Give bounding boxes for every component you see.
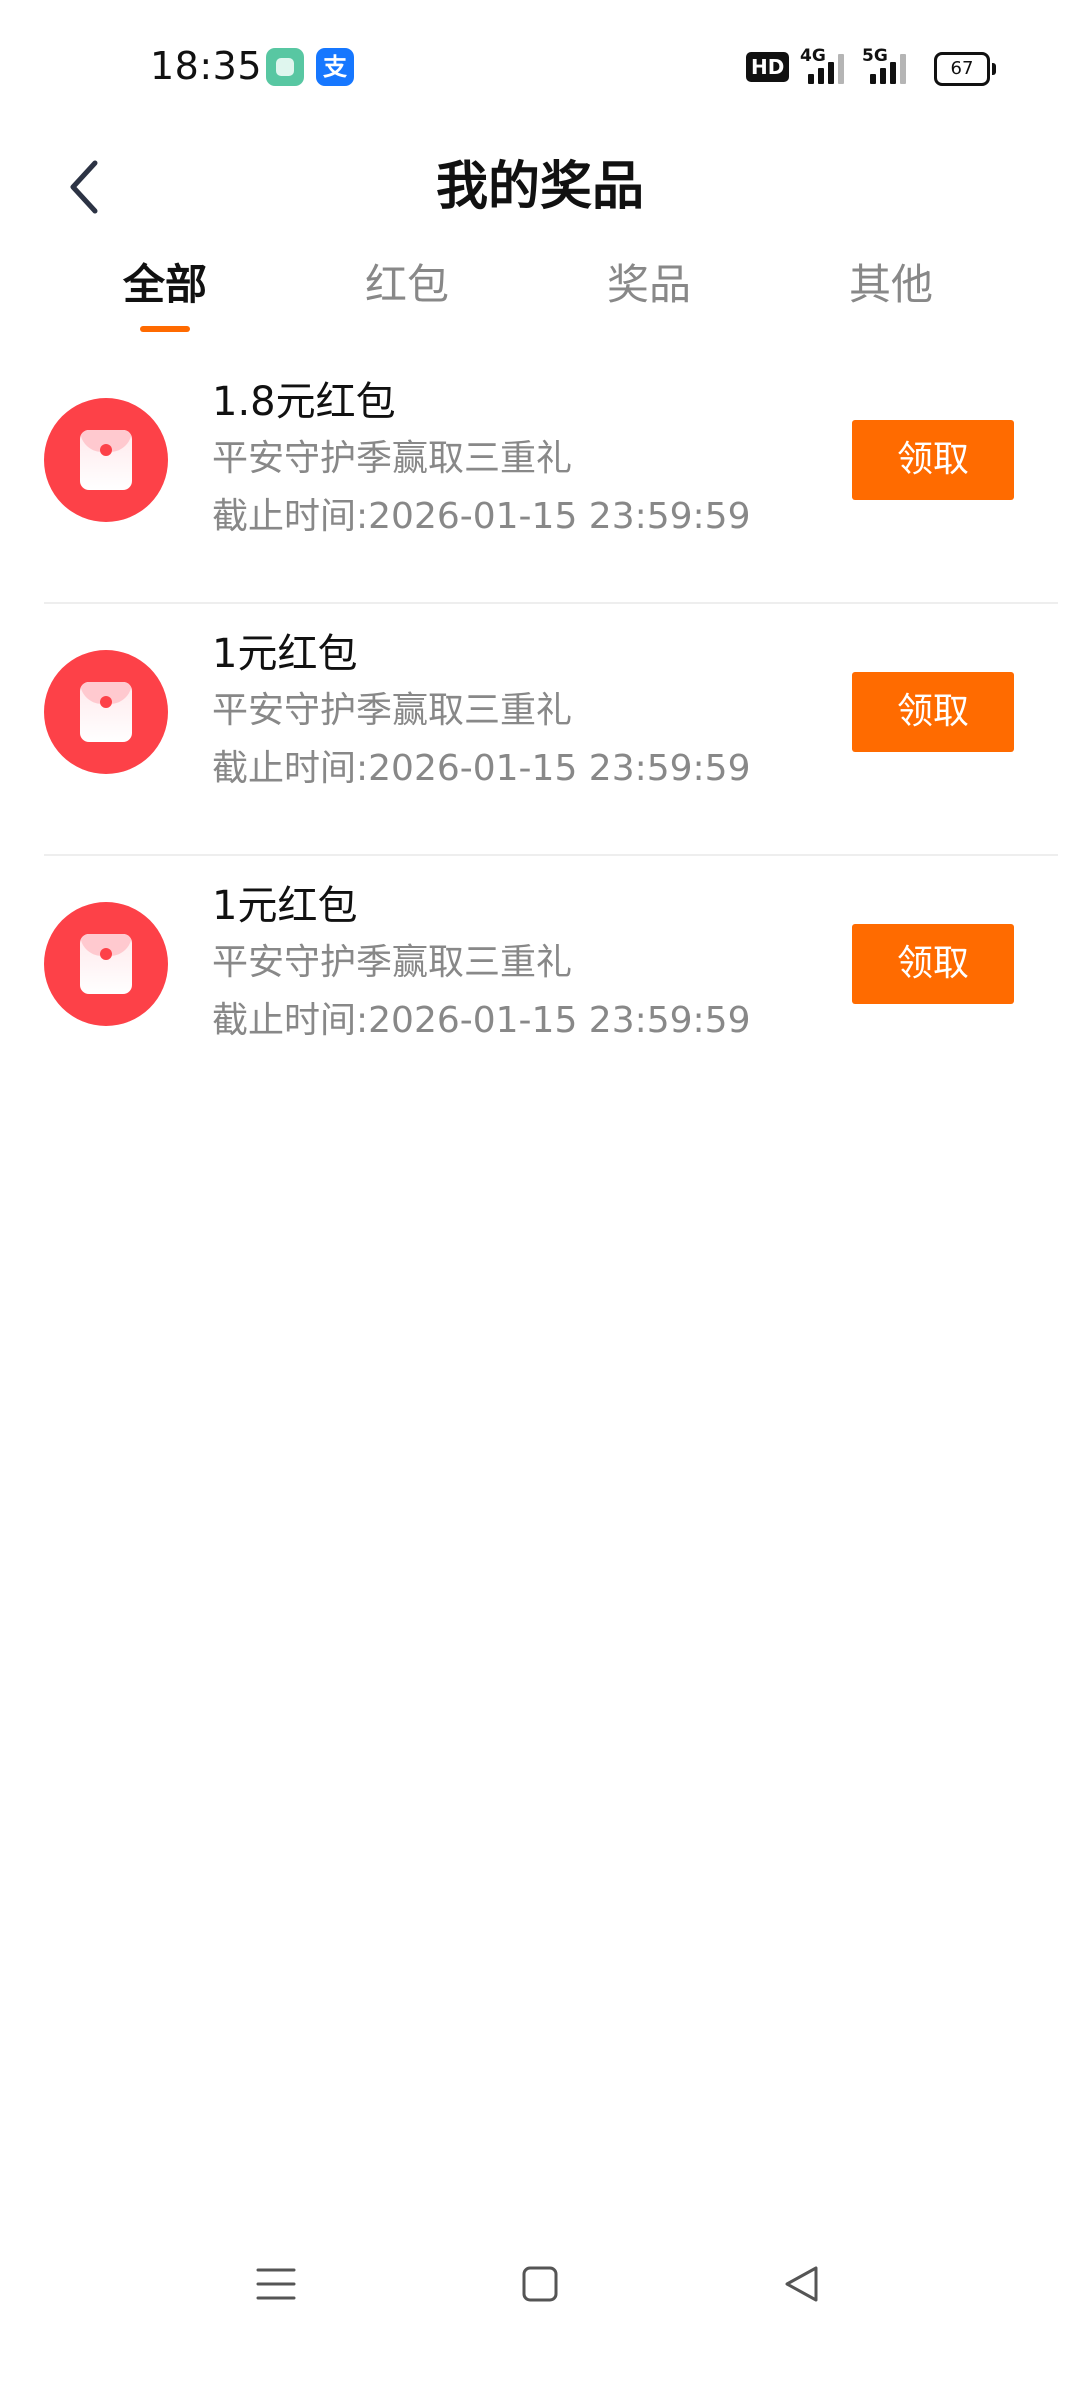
menu-lines-icon [256,2268,296,2300]
square-home-icon [522,2266,558,2302]
prize-list-item: 1元红包 平安守护季赢取三重礼 截止时间:2026-01-15 23:59:59… [0,856,1080,1108]
signal-bar [828,62,834,84]
tab-bar: 全部 红包 奖品 其他 [0,242,1080,342]
signal-bar [880,68,886,84]
signal-bar [900,54,906,84]
prize-deadline: 截止时间:2026-01-15 23:59:59 [212,748,751,789]
envelope-seal [100,948,112,960]
signal-bar [890,62,896,84]
envelope-seal [100,696,112,708]
claim-button[interactable]: 领取 [852,420,1014,500]
notification-app-icon [266,48,304,86]
signal-5g-label: 5G [862,46,888,66]
claim-button[interactable]: 领取 [852,672,1014,752]
prize-list: 1.8元红包 平安守护季赢取三重礼 截止时间:2026-01-15 23:59:… [0,352,1080,1108]
tab-red-envelope[interactable]: 红包 [286,242,528,342]
envelope-body [80,430,132,490]
prize-name: 1元红包 [212,631,358,677]
signal-4g-label: 4G [800,46,826,66]
prize-description: 平安守护季赢取三重礼 [212,942,573,983]
tab-label: 其他 [848,260,933,309]
system-back-button[interactable] [762,2244,842,2324]
prize-name: 1元红包 [212,883,358,929]
envelope-body [80,682,132,742]
tab-all[interactable]: 全部 [44,242,286,342]
prize-deadline: 截止时间:2026-01-15 23:59:59 [212,496,751,537]
prize-list-item: 1元红包 平安守护季赢取三重礼 截止时间:2026-01-15 23:59:59… [0,604,1080,856]
status-time: 18:35 [150,44,263,88]
red-envelope-icon [44,902,168,1026]
prize-list-item: 1.8元红包 平安守护季赢取三重礼 截止时间:2026-01-15 23:59:… [0,352,1080,604]
tab-label: 全部 [122,260,207,309]
tab-prizes[interactable]: 奖品 [528,242,770,342]
prize-deadline: 截止时间:2026-01-15 23:59:59 [212,1000,751,1041]
claim-button[interactable]: 领取 [852,924,1014,1004]
tab-other[interactable]: 其他 [770,242,1012,342]
red-envelope-icon [44,398,168,522]
red-envelope-icon [44,650,168,774]
signal-bar [818,68,824,84]
nav-header: 我的奖品 [0,132,1080,242]
tab-label: 红包 [364,260,449,309]
battery-icon: 67 [934,52,996,86]
alipay-notification-icon: 支 [316,48,354,86]
tab-label: 奖品 [606,260,691,309]
prize-description: 平安守护季赢取三重礼 [212,690,573,731]
signal-bar [870,74,876,84]
hd-voice-icon: HD [746,52,790,82]
signal-4g-icon: 4G [800,46,852,84]
signal-5g-icon: 5G [862,46,914,84]
system-navigation-bar [0,2220,1080,2340]
system-menu-button[interactable] [236,2244,316,2324]
prize-description: 平安守护季赢取三重礼 [212,438,573,479]
prize-name: 1.8元红包 [212,379,396,425]
page-title: 我的奖品 [435,157,644,217]
envelope-seal [100,444,112,456]
triangle-back-icon [785,2266,818,2302]
signal-bar [808,74,814,84]
status-bar: 18:35 支 HD 4G 5G 67 [0,0,1080,132]
tab-active-indicator [140,326,190,332]
system-home-button[interactable] [500,2244,580,2324]
envelope-body [80,934,132,994]
signal-bar [838,54,844,84]
